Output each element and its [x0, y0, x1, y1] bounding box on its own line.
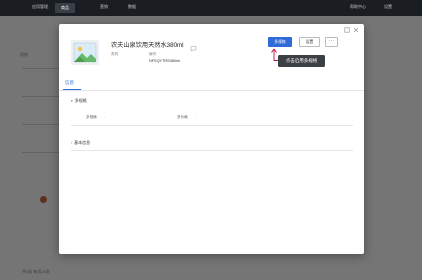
- more-button[interactable]: ···: [325, 37, 338, 47]
- section-basic-info-header[interactable]: › 基本信息: [71, 140, 90, 146]
- product-title: 农夫山泉饮用天然水380ml: [111, 42, 184, 49]
- settings-button[interactable]: 设置: [299, 37, 320, 47]
- image-icon: [71, 40, 99, 65]
- field-label-multi-price: 多价格: [177, 115, 188, 119]
- square-icon[interactable]: [344, 27, 350, 33]
- tabs-divider: [59, 90, 364, 91]
- section-title: 基本信息: [74, 140, 91, 145]
- section-divider: [71, 125, 353, 126]
- close-icon[interactable]: [353, 27, 359, 33]
- section-divider: [71, 150, 353, 151]
- nav-item-app-management[interactable]: 应用管理: [32, 4, 48, 10]
- field-value-multi-spec: -: [104, 115, 106, 119]
- meta-label-code: 编号: [149, 52, 157, 56]
- tooltip: 点击启用多规格: [278, 55, 325, 67]
- chevron-down-icon: ▾: [71, 99, 73, 103]
- field-value-multi-price: -: [195, 115, 197, 119]
- meta-value-code: NFSQYTRS380ml: [149, 59, 181, 63]
- nav-item-marketing[interactable]: 营销: [100, 4, 108, 10]
- nav-help-link[interactable]: 帮助中心: [350, 4, 366, 10]
- meta-label-category: 类别: [111, 52, 119, 56]
- arrow-up-icon: [271, 48, 278, 61]
- product-detail-modal: 农夫山泉饮用天然水380ml 类别 编号 NFSQYTRS380ml 多规格 设…: [59, 24, 364, 254]
- section-title: 多规格: [74, 98, 87, 103]
- field-label-multi-spec: 多规格: [86, 115, 97, 119]
- chevron-right-icon: ›: [71, 141, 73, 145]
- app-topbar: 应用管理 商品 营销 数据 帮助中心 设置: [0, 0, 422, 16]
- comment-icon[interactable]: [190, 39, 197, 52]
- section-multi-spec-header[interactable]: ▾ 多规格: [71, 98, 87, 104]
- nav-settings-link[interactable]: 设置: [384, 4, 392, 10]
- multi-spec-button[interactable]: 多规格: [268, 37, 292, 47]
- tab-info[interactable]: 信息: [65, 80, 74, 86]
- nav-item-data[interactable]: 数据: [128, 4, 136, 10]
- nav-item-products[interactable]: 商品: [55, 3, 75, 13]
